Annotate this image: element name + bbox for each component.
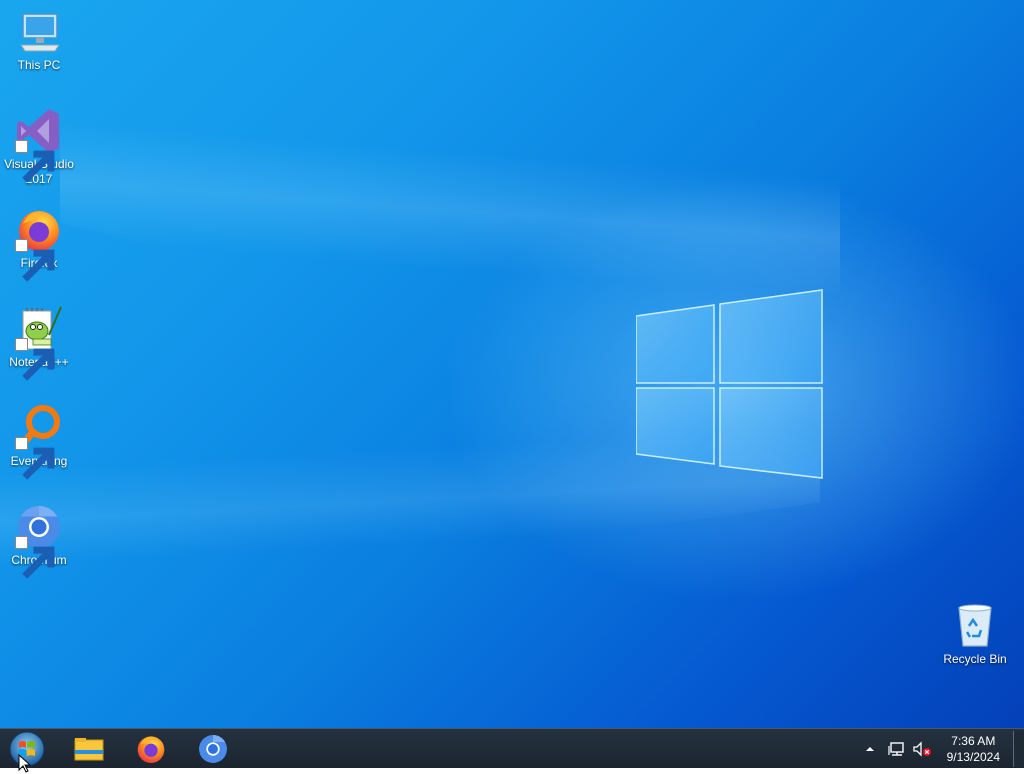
desktop-icon-visual-studio[interactable]: Visual Studio 2017: [1, 107, 77, 187]
show-desktop-button[interactable]: [1013, 731, 1024, 767]
shortcut-arrow-icon: [15, 437, 55, 480]
desktop-icon-notepad-plus-plus[interactable]: Notepad++: [1, 305, 77, 381]
clock-date: 9/13/2024: [946, 750, 1000, 764]
desktop-icon-label: This PC: [17, 58, 61, 72]
firefox-icon: [15, 206, 63, 282]
volume-muted-icon[interactable]: [912, 741, 932, 757]
show-hidden-icons-chevron[interactable]: [865, 744, 875, 754]
windows-logo-wallpaper: [636, 289, 823, 479]
system-tray: 7:36 AM 9/13/2024: [862, 729, 1010, 769]
desktop-icon-this-pc[interactable]: This PC: [1, 8, 77, 73]
file-explorer-icon: [74, 738, 104, 761]
clock-time: 7:36 AM: [951, 734, 996, 748]
recycle-bin-icon: [951, 602, 999, 650]
shortcut-arrow-icon: [15, 536, 55, 579]
desktop-icon-everything[interactable]: Everything: [1, 404, 77, 480]
notepad-plus-plus-icon: [15, 305, 63, 381]
taskbar-chromium-button[interactable]: [186, 731, 240, 767]
taskbar: 7:36 AM 9/13/2024: [0, 728, 1024, 768]
chromium-icon: [15, 503, 63, 579]
clock[interactable]: 7:36 AM 9/13/2024: [947, 733, 1000, 765]
firefox-icon: [137, 736, 165, 763]
mouse-cursor-icon: [18, 754, 32, 773]
desktop-icon-chromium[interactable]: Chromium: [1, 503, 77, 579]
desktop-icon-firefox[interactable]: Firefox: [1, 206, 77, 282]
visual-studio-icon: [15, 107, 63, 183]
taskbar-firefox-button[interactable]: [124, 731, 178, 767]
shortcut-arrow-icon: [15, 338, 55, 381]
taskbar-file-explorer-button[interactable]: [62, 731, 116, 767]
shortcut-arrow-icon: [15, 239, 55, 282]
everything-search-icon: [15, 404, 63, 480]
desktop-icon-label: Recycle Bin: [943, 652, 1007, 666]
shortcut-arrow-icon: [15, 140, 55, 183]
chromium-icon: [199, 735, 227, 763]
network-icon[interactable]: [888, 741, 906, 757]
computer-icon: [15, 8, 63, 56]
desktop-icon-recycle-bin[interactable]: Recycle Bin: [937, 602, 1013, 667]
desktop-background: This PC Visual Studio 2017 Firefox Notep…: [0, 0, 1024, 728]
